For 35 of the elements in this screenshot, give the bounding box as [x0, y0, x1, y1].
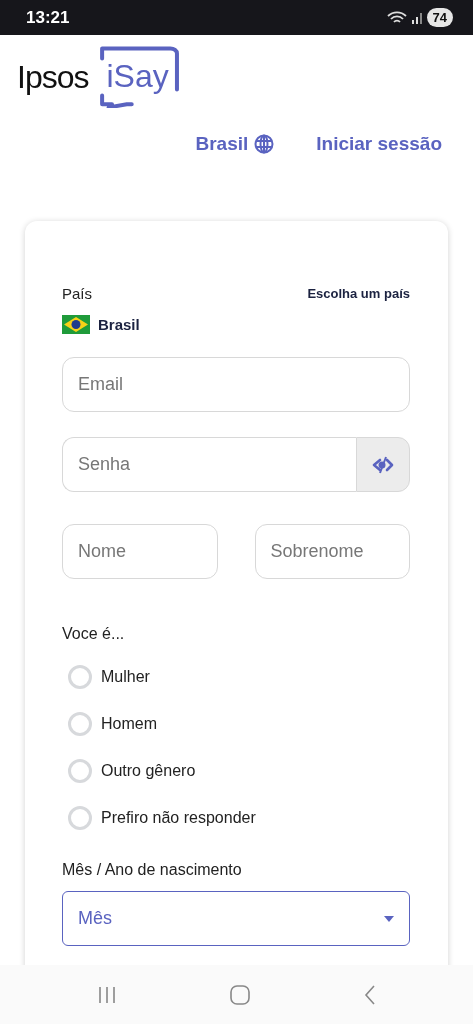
radio-button[interactable]: [68, 805, 92, 830]
recent-apps-icon[interactable]: [96, 985, 117, 1004]
birth-date-label: Mês / Ano de nascimento: [62, 861, 243, 879]
globe-icon: [254, 134, 275, 154]
status-time: 13:21: [26, 7, 70, 28]
logo-text: iSay: [106, 60, 169, 92]
gender-label: Voce é...: [62, 625, 126, 643]
country-value: Brasil: [98, 316, 140, 333]
login-link[interactable]: Iniciar sessão: [316, 133, 442, 155]
dropdown-caret-icon: [384, 915, 394, 922]
choose-country-link[interactable]: Escolha um país: [307, 286, 410, 301]
gender-option[interactable]: Prefiro não responder: [62, 794, 410, 841]
radio-button[interactable]: [68, 758, 92, 783]
eye-icon: [372, 455, 394, 474]
email-field[interactable]: Email: [62, 357, 410, 412]
show-password-button[interactable]: [356, 437, 410, 492]
radio-button[interactable]: [68, 711, 92, 736]
wifi-icon: [386, 10, 407, 25]
home-icon[interactable]: [230, 984, 251, 1005]
gender-option[interactable]: Mulher: [62, 653, 410, 700]
gender-option[interactable]: Homem: [62, 700, 410, 747]
battery-level: 74: [426, 8, 453, 27]
flag-icon: [62, 315, 90, 334]
country-link[interactable]: Brasil: [195, 133, 275, 155]
radio-button[interactable]: [68, 664, 92, 689]
first-name-field[interactable]: Nome: [62, 524, 218, 579]
signal-icon: [410, 11, 423, 24]
country-label: País: [62, 285, 92, 302]
password-field[interactable]: Senha: [62, 437, 356, 492]
last-name-field[interactable]: Sobrenome: [254, 524, 410, 579]
month-select[interactable]: Mês: [62, 891, 410, 946]
speech-bubble-icon: [98, 46, 181, 108]
logo-text: Ipsos: [17, 58, 89, 96]
gender-option[interactable]: Outro gênero: [62, 747, 410, 794]
back-icon[interactable]: [364, 984, 377, 1005]
